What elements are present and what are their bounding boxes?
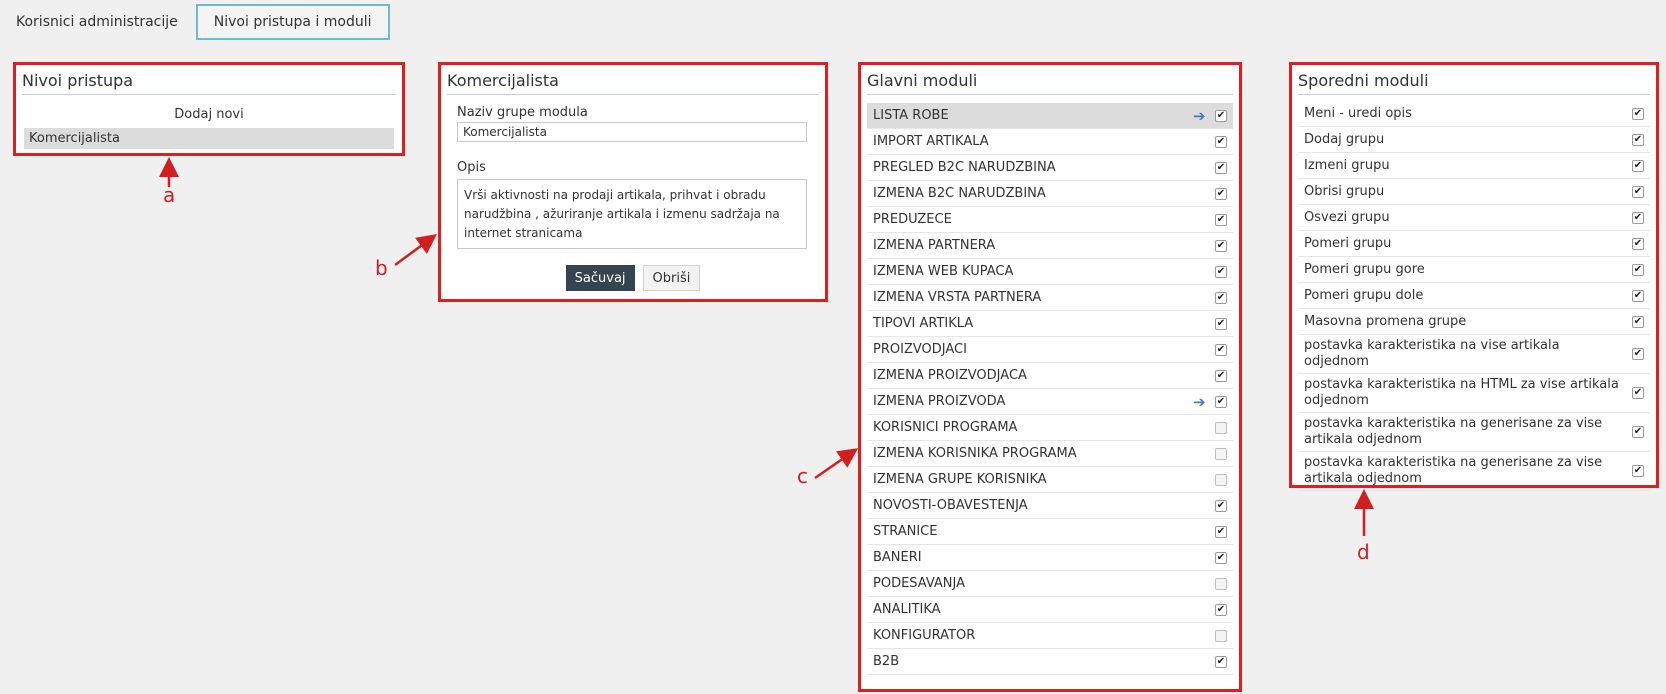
annotation-arrow-b — [394, 234, 438, 267]
annotation-label-c: c — [797, 464, 808, 488]
annotation-arrow-c — [814, 448, 859, 480]
annotation-label-a: a — [163, 183, 176, 207]
annotation-label-d: d — [1357, 540, 1370, 564]
annotation-arrows — [159, 157, 1374, 536]
annotation-label-b: b — [375, 256, 388, 280]
